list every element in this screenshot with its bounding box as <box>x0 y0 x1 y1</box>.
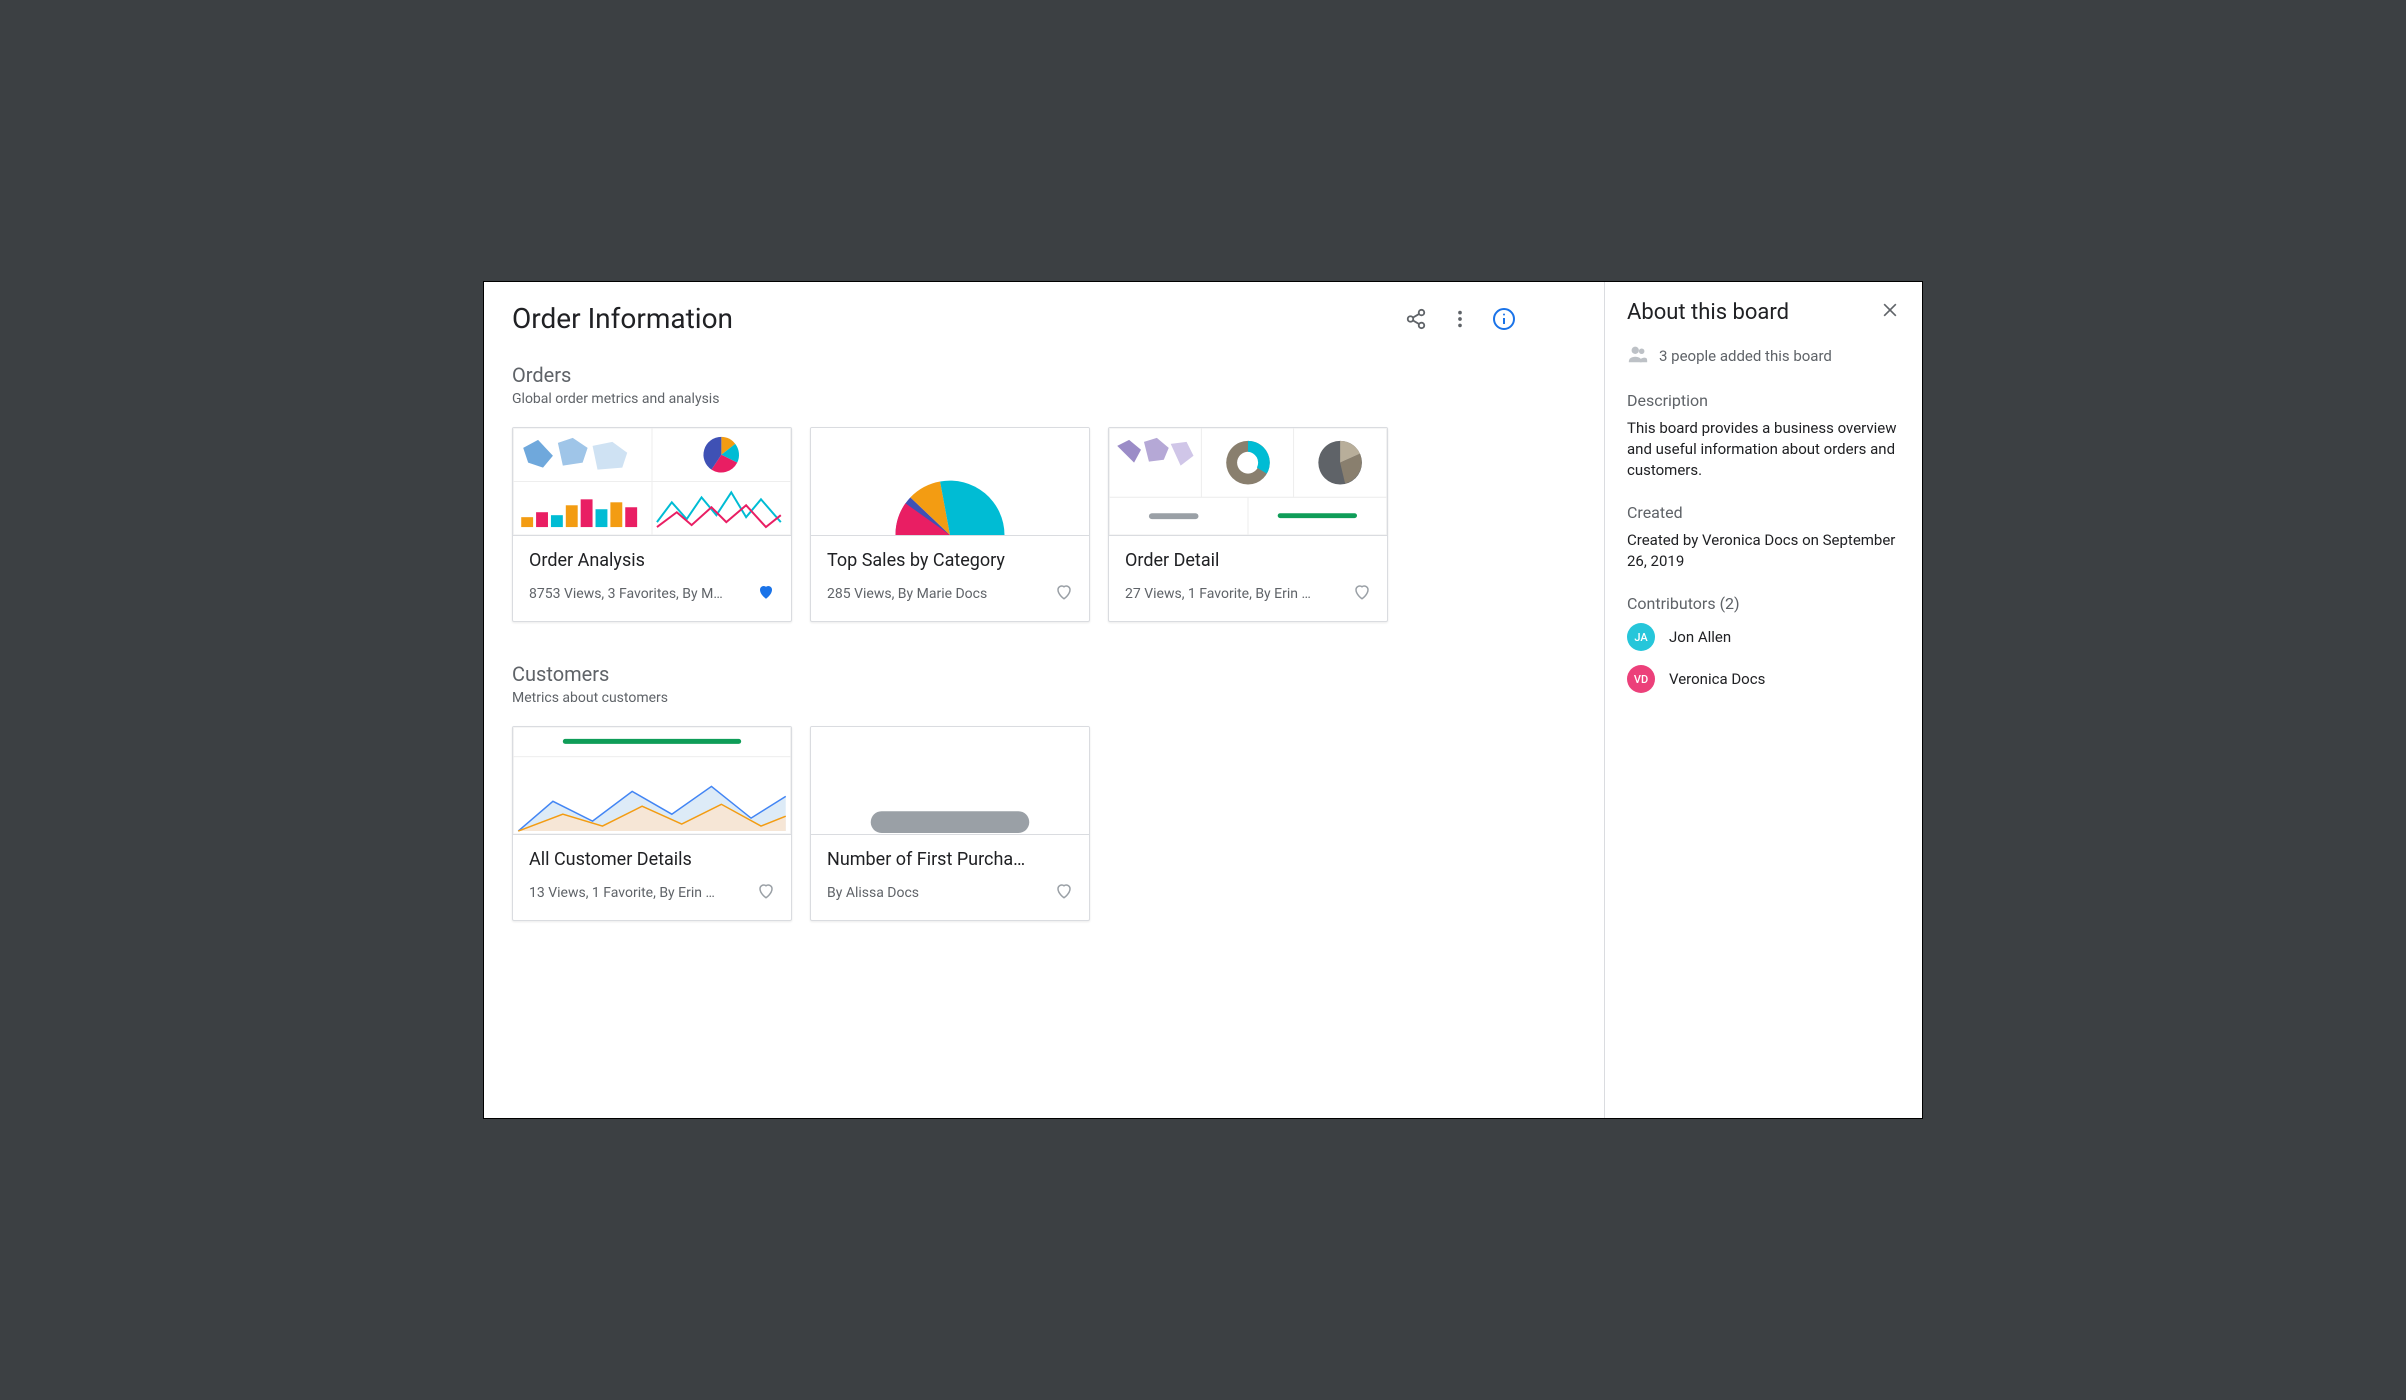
card-order-detail[interactable]: Order Detail 27 Views, 1 Favorite, By Er… <box>1108 427 1388 622</box>
section-orders: Orders Global order metrics and analysis <box>512 363 1576 622</box>
card-title: Order Analysis <box>529 550 775 571</box>
section-subtitle: Metrics about customers <box>512 690 1576 706</box>
contributor-item: JA Jon Allen <box>1627 623 1900 651</box>
about-sidebar: About this board 3 people added this boa… <box>1604 282 1922 1118</box>
card-meta: 13 Views, 1 Favorite, By Erin … <box>529 885 715 901</box>
share-icon[interactable] <box>1404 307 1428 331</box>
sidebar-title: About this board <box>1627 300 1789 325</box>
card-meta: 27 Views, 1 Favorite, By Erin … <box>1125 586 1311 602</box>
section-title: Customers <box>512 662 1576 686</box>
description-label: Description <box>1627 391 1900 410</box>
card-top-sales[interactable]: Top Sales by Category 285 Views, By Mari… <box>810 427 1090 622</box>
section-title: Orders <box>512 363 1576 387</box>
more-icon[interactable] <box>1448 307 1472 331</box>
heart-icon[interactable] <box>1055 583 1073 605</box>
card-title: Order Detail <box>1125 550 1371 571</box>
section-subtitle: Global order metrics and analysis <box>512 391 1576 407</box>
created-text: Created by Veronica Docs on September 26… <box>1627 530 1900 572</box>
created-label: Created <box>1627 503 1900 522</box>
card-preview <box>811 727 1089 835</box>
card-meta: 8753 Views, 3 Favorites, By M… <box>529 586 723 602</box>
card-preview <box>811 428 1089 536</box>
heart-icon[interactable] <box>757 583 775 605</box>
card-preview <box>513 727 791 835</box>
card-meta: 285 Views, By Marie Docs <box>827 586 987 602</box>
card-meta: By Alissa Docs <box>827 885 919 901</box>
heart-icon[interactable] <box>1353 583 1371 605</box>
contributor-item: VD Veronica Docs <box>1627 665 1900 693</box>
card-all-customers[interactable]: All Customer Details 13 Views, 1 Favorit… <box>512 726 792 921</box>
main-content: Order Information Orders Global order me… <box>484 282 1604 1118</box>
contributor-name: Veronica Docs <box>1669 670 1765 688</box>
contributors-label: Contributors (2) <box>1627 594 1900 613</box>
card-title: All Customer Details <box>529 849 775 870</box>
close-icon[interactable] <box>1880 300 1900 324</box>
section-customers: Customers Metrics about customers <box>512 662 1576 921</box>
card-title: Top Sales by Category <box>827 550 1073 571</box>
contributor-name: Jon Allen <box>1669 628 1731 646</box>
heart-icon[interactable] <box>1055 882 1073 904</box>
card-title: Number of First Purcha… <box>827 849 1073 870</box>
card-first-purchases[interactable]: Number of First Purcha… By Alissa Docs <box>810 726 1090 921</box>
page-title: Order Information <box>512 302 733 335</box>
card-order-analysis[interactable]: Order Analysis 8753 Views, 3 Favorites, … <box>512 427 792 622</box>
avatar: VD <box>1627 665 1655 693</box>
people-icon <box>1627 343 1649 369</box>
heart-icon[interactable] <box>757 882 775 904</box>
card-preview <box>1109 428 1387 536</box>
description-text: This board provides a business overview … <box>1627 418 1900 481</box>
card-preview <box>513 428 791 536</box>
people-count-text: 3 people added this board <box>1659 347 1832 365</box>
avatar: JA <box>1627 623 1655 651</box>
info-icon[interactable] <box>1492 307 1516 331</box>
